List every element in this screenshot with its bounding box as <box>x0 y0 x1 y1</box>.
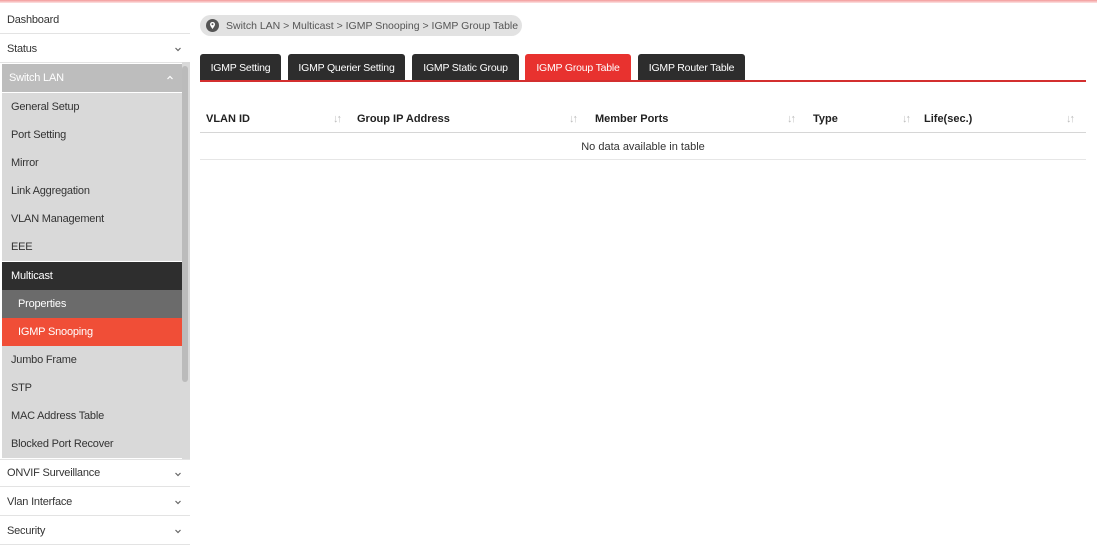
sidebar-item-multicast[interactable]: Multicast <box>2 262 182 290</box>
tab-underline <box>200 80 1086 82</box>
breadcrumb-text: Switch LAN > Multicast > IGMP Snooping >… <box>226 19 519 32</box>
sidebar-item-onvif-surveillance[interactable]: ONVIF Surveillance <box>0 459 190 487</box>
sidebar-item-jumbo-frame[interactable]: Jumbo Frame <box>2 346 182 374</box>
tab-igmp-setting[interactable]: IGMP Setting <box>200 54 281 81</box>
sidebar-item-link-aggregation[interactable]: Link Aggregation <box>2 177 182 205</box>
sidebar-item-label: Status <box>7 42 37 55</box>
column-label: Life(sec.) <box>924 113 973 125</box>
sidebar-item-vlan-interface[interactable]: Vlan Interface <box>0 488 190 516</box>
tab-igmp-router-table[interactable]: IGMP Router Table <box>638 54 745 81</box>
sidebar-item-port-setting[interactable]: Port Setting <box>2 121 182 149</box>
breadcrumb: Switch LAN > Multicast > IGMP Snooping >… <box>200 15 522 36</box>
sidebar-item-vlan-management[interactable]: VLAN Management <box>2 205 182 233</box>
table-header: VLAN ID ↓↑ Group IP Address ↓↑ Member Po… <box>200 105 1086 133</box>
sort-icon[interactable]: ↓↑ <box>902 105 911 133</box>
sidebar-item-switch-lan[interactable]: Switch LAN <box>2 64 182 92</box>
tab-label: IGMP Querier Setting <box>298 61 395 74</box>
sidebar-item-label: Security <box>7 524 46 537</box>
sidebar-item-mirror[interactable]: Mirror <box>2 149 182 177</box>
tab-label: IGMP Router Table <box>648 61 735 74</box>
sort-icon[interactable]: ↓↑ <box>333 105 342 133</box>
tab-igmp-querier-setting[interactable]: IGMP Querier Setting <box>288 54 405 81</box>
sidebar-item-security[interactable]: Security <box>0 517 190 545</box>
sidebar-item-label: Jumbo Frame <box>11 354 77 366</box>
column-header-life[interactable]: Life(sec.) <box>924 105 972 133</box>
sidebar-item-label: MAC Address Table <box>11 410 105 422</box>
column-label: Group IP Address <box>357 113 450 125</box>
sidebar-item-general-setup[interactable]: General Setup <box>2 93 182 121</box>
sidebar-item-label: VLAN Management <box>11 213 104 225</box>
sidebar-item-label: Vlan Interface <box>7 495 73 508</box>
sidebar-item-label: Port Setting <box>11 129 67 141</box>
column-label: Type <box>813 113 838 125</box>
sidebar-item-label: EEE <box>11 241 33 253</box>
chevron-down-icon <box>175 472 181 477</box>
sidebar-item-label: ONVIF Surveillance <box>7 467 100 479</box>
sidebar-item-eee[interactable]: EEE <box>2 233 182 261</box>
column-header-vlan-id[interactable]: VLAN ID <box>206 105 250 133</box>
sort-icon[interactable]: ↓↑ <box>1066 105 1075 133</box>
sidebar-item-label: Dashboard <box>7 13 60 26</box>
location-pin-icon <box>206 19 219 32</box>
sidebar-menu: Dashboard Status Switch LAN General Setu… <box>0 6 190 554</box>
sidebar-item-mac-address-table[interactable]: MAC Address Table <box>2 402 182 430</box>
sidebar-item-properties[interactable]: Properties <box>2 290 182 318</box>
sidebar-item-label: Switch LAN <box>9 72 64 84</box>
sidebar-item-stp[interactable]: STP <box>2 374 182 402</box>
sort-icon[interactable]: ↓↑ <box>569 105 578 133</box>
sidebar-item-label: Link Aggregation <box>11 185 90 197</box>
sidebar-item-label: IGMP Snooping <box>18 326 93 338</box>
tab-label: IGMP Group Table <box>536 61 620 74</box>
sidebar-item-label: Multicast <box>11 270 53 282</box>
sidebar-item-dashboard[interactable]: Dashboard <box>0 6 190 34</box>
column-label: VLAN ID <box>206 113 250 125</box>
column-header-group-ip-address[interactable]: Group IP Address <box>357 105 450 133</box>
sidebar-item-label: Blocked Port Recover <box>11 438 114 450</box>
chevron-up-icon <box>167 75 173 80</box>
sidebar-item-igmp-snooping[interactable]: IGMP Snooping <box>2 318 182 346</box>
sidebar-item-label: General Setup <box>11 101 80 113</box>
sidebar-item-label: STP <box>11 382 32 394</box>
column-header-type[interactable]: Type <box>813 105 838 133</box>
chevron-down-icon <box>175 47 181 52</box>
tab-label: IGMP Setting <box>210 61 271 74</box>
column-label: Member Ports <box>595 113 669 125</box>
tab-igmp-group-table[interactable]: IGMP Group Table <box>525 54 631 81</box>
sort-icon[interactable]: ↓↑ <box>787 105 796 133</box>
tab-label: IGMP Static Group <box>423 61 508 74</box>
chevron-down-icon <box>175 529 181 534</box>
column-header-member-ports[interactable]: Member Ports <box>595 105 668 133</box>
top-accent-line <box>0 0 1097 3</box>
table-empty-message: No data available in table <box>200 134 1086 160</box>
sidebar-item-status[interactable]: Status <box>0 35 190 63</box>
sidebar-item-blocked-port-recover[interactable]: Blocked Port Recover <box>2 430 182 458</box>
sidebar-item-label: Properties <box>18 298 67 310</box>
sidebar-item-label: Mirror <box>11 157 39 169</box>
sidebar-scrollbar[interactable] <box>182 66 188 382</box>
tab-igmp-static-group[interactable]: IGMP Static Group <box>412 54 519 81</box>
chevron-down-icon <box>175 500 181 505</box>
